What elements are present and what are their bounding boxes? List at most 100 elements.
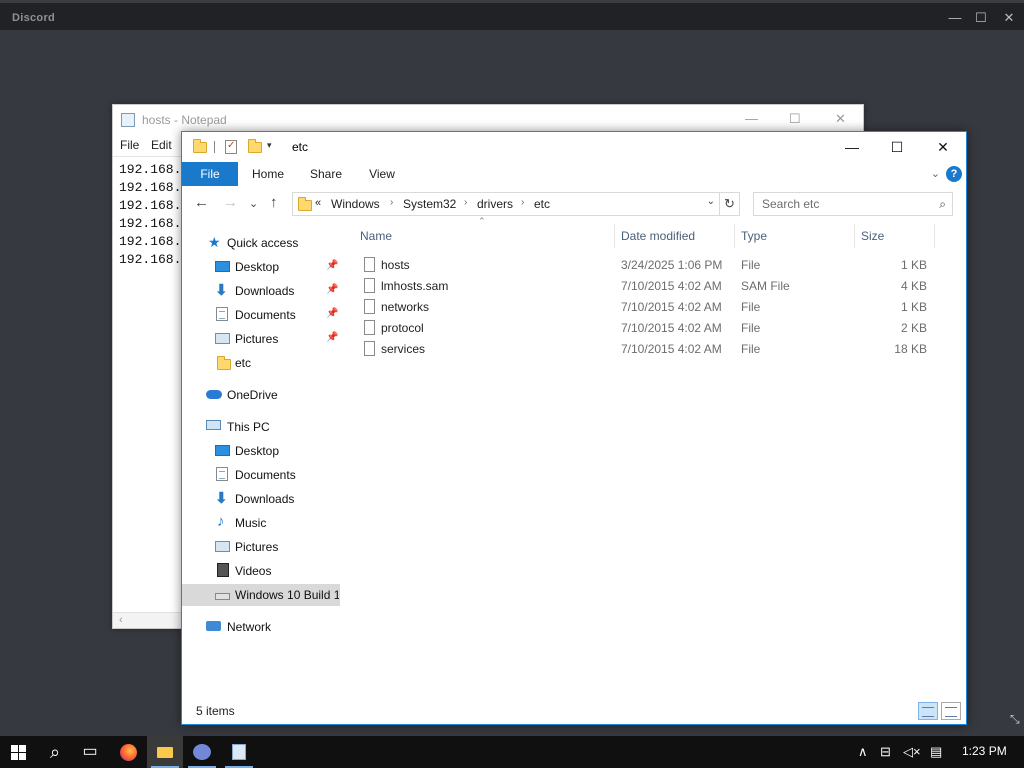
up-button[interactable]: ↑ (270, 194, 278, 211)
column-divider[interactable] (934, 224, 935, 248)
refresh-button[interactable]: ↻ (720, 192, 740, 216)
properties-icon[interactable] (225, 140, 237, 154)
notepad-maximize-button[interactable]: ☐ (789, 111, 801, 127)
nav-network[interactable]: Network (182, 616, 340, 638)
discord-close-button[interactable]: ✕ (996, 9, 1022, 27)
file-date: 7/10/2015 4:02 AM (621, 279, 722, 293)
file-row[interactable]: services 7/10/2015 4:02 AM File 18 KB (352, 338, 936, 359)
notepad-menu-edit[interactable]: Edit (151, 138, 172, 152)
breadcrumb-separator[interactable]: › (464, 197, 467, 208)
taskbar-search-button[interactable]: ⌕ (37, 736, 73, 768)
nav-videos[interactable]: Videos (182, 560, 340, 582)
address-bar[interactable]: « Windows › System32 › drivers › etc ⌄ (292, 192, 720, 216)
breadcrumb-overflow[interactable]: « (315, 197, 321, 209)
folder-icon (298, 197, 312, 211)
column-divider[interactable] (614, 224, 615, 248)
breadcrumb-etc[interactable]: etc (534, 197, 550, 211)
file-name: services (381, 342, 426, 356)
nav-downloads[interactable]: ⬇ Downloads (182, 488, 340, 510)
pin-icon[interactable]: 📌 (326, 260, 338, 271)
status-bar: 5 items (182, 698, 966, 724)
volume-muted-icon[interactable]: ◁× (903, 744, 921, 760)
clock[interactable]: 1:23 PM (962, 744, 1007, 758)
file-row[interactable]: networks 7/10/2015 4:02 AM File 1 KB (352, 296, 936, 317)
discord-titlebar: Discord — ☐ ✕ (0, 0, 1024, 30)
taskbar-firefox[interactable] (110, 736, 146, 768)
nav-this-pc[interactable]: This PC (182, 416, 340, 438)
tab-share[interactable]: Share (304, 162, 348, 186)
notepad-menu-file[interactable]: File (120, 138, 139, 152)
explorer-titlebar[interactable]: ▾ etc — ☐ ✕ (182, 132, 966, 162)
notepad-close-button[interactable]: ✕ (835, 111, 846, 127)
show-hidden-icons-button[interactable]: ∧ (858, 744, 868, 760)
task-view-button[interactable]: ▭ (72, 736, 108, 768)
column-divider[interactable] (854, 224, 855, 248)
help-icon[interactable]: ? (946, 166, 962, 182)
taskbar-discord[interactable] (184, 736, 220, 768)
taskbar-file-explorer[interactable] (147, 736, 183, 768)
search-box[interactable]: ⌕ (753, 192, 953, 216)
nav-music[interactable]: ♪ Music (182, 512, 340, 534)
explorer-window[interactable]: ▾ etc — ☐ ✕ File Home Share View ⌄ ? ← →… (181, 131, 967, 725)
nav-downloads-pinned[interactable]: ⬇ Downloads 📌 (182, 280, 340, 302)
address-dropdown-icon[interactable]: ⌄ (707, 196, 715, 207)
search-input[interactable] (754, 193, 924, 215)
tab-home[interactable]: Home (246, 162, 290, 186)
notepad-minimize-button[interactable]: — (745, 111, 758, 126)
breadcrumb-windows[interactable]: Windows (331, 197, 380, 211)
column-size[interactable]: Size (861, 229, 884, 243)
discord-maximize-button[interactable]: ☐ (968, 9, 994, 27)
quick-access-dropdown-icon[interactable]: ▾ (267, 140, 272, 151)
notepad-text-area[interactable]: 192.168. 192.168. 192.168. 192.168. 192.… (119, 161, 181, 269)
nav-desktop[interactable]: Desktop (182, 440, 340, 462)
nav-documents-pinned[interactable]: Documents 📌 (182, 304, 340, 326)
details-view-icon[interactable] (918, 702, 938, 720)
nav-etc[interactable]: etc (182, 352, 340, 374)
column-type[interactable]: Type (741, 229, 767, 243)
breadcrumb-separator[interactable]: › (390, 197, 393, 208)
file-row[interactable]: lmhosts.sam 7/10/2015 4:02 AM SAM File 4… (352, 275, 936, 296)
close-button[interactable]: ✕ (928, 136, 958, 158)
pin-icon[interactable]: 📌 (326, 284, 338, 295)
file-type: File (741, 258, 761, 272)
start-button[interactable] (0, 736, 36, 768)
nav-desktop-pinned[interactable]: Desktop 📌 (182, 256, 340, 278)
resize-grip-icon[interactable]: ⤡ (1010, 712, 1020, 727)
tab-view[interactable]: View (362, 162, 402, 186)
search-icon[interactable]: ⌕ (939, 197, 946, 212)
videos-icon (217, 563, 229, 577)
new-folder-icon[interactable] (248, 139, 262, 153)
breadcrumb-system32[interactable]: System32 (403, 197, 456, 211)
pin-icon[interactable]: 📌 (326, 308, 338, 319)
taskbar-notepad[interactable] (221, 736, 257, 768)
pictures-icon (215, 333, 230, 344)
scroll-left-icon[interactable]: ‹ (119, 614, 123, 626)
large-icons-view-icon[interactable] (941, 702, 961, 720)
nav-quick-access[interactable]: ★ Quick access (182, 232, 340, 254)
breadcrumb-separator[interactable]: › (521, 197, 524, 208)
nav-pictures-pinned[interactable]: Pictures 📌 (182, 328, 340, 350)
nav-documents[interactable]: Documents (182, 464, 340, 486)
network-icon[interactable]: ⊟ (880, 744, 891, 760)
breadcrumb-drivers[interactable]: drivers (477, 197, 513, 211)
recent-locations-button[interactable]: ⌄ (249, 197, 258, 210)
expand-ribbon-icon[interactable]: ⌄ (931, 167, 940, 180)
discord-minimize-button[interactable]: — (942, 9, 968, 27)
column-name[interactable]: Name (360, 229, 392, 243)
notifications-icon[interactable]: ▤ (930, 744, 942, 760)
tab-file[interactable]: File (182, 162, 238, 186)
file-row[interactable]: protocol 7/10/2015 4:02 AM File 2 KB (352, 317, 936, 338)
folder-icon (193, 139, 207, 153)
forward-button[interactable]: → (223, 194, 238, 211)
nav-pictures[interactable]: Pictures (182, 536, 340, 558)
nav-windows-drive[interactable]: Windows 10 Build 1 (182, 584, 340, 606)
column-divider[interactable] (734, 224, 735, 248)
minimize-button[interactable]: — (837, 136, 867, 158)
maximize-button[interactable]: ☐ (882, 136, 912, 158)
back-button[interactable]: ← (194, 194, 209, 211)
nav-onedrive[interactable]: OneDrive (182, 384, 340, 406)
pin-icon[interactable]: 📌 (326, 332, 338, 343)
folder-icon (217, 356, 231, 370)
column-date-modified[interactable]: Date modified (621, 229, 695, 243)
file-row[interactable]: hosts 3/24/2025 1:06 PM File 1 KB (352, 254, 936, 275)
